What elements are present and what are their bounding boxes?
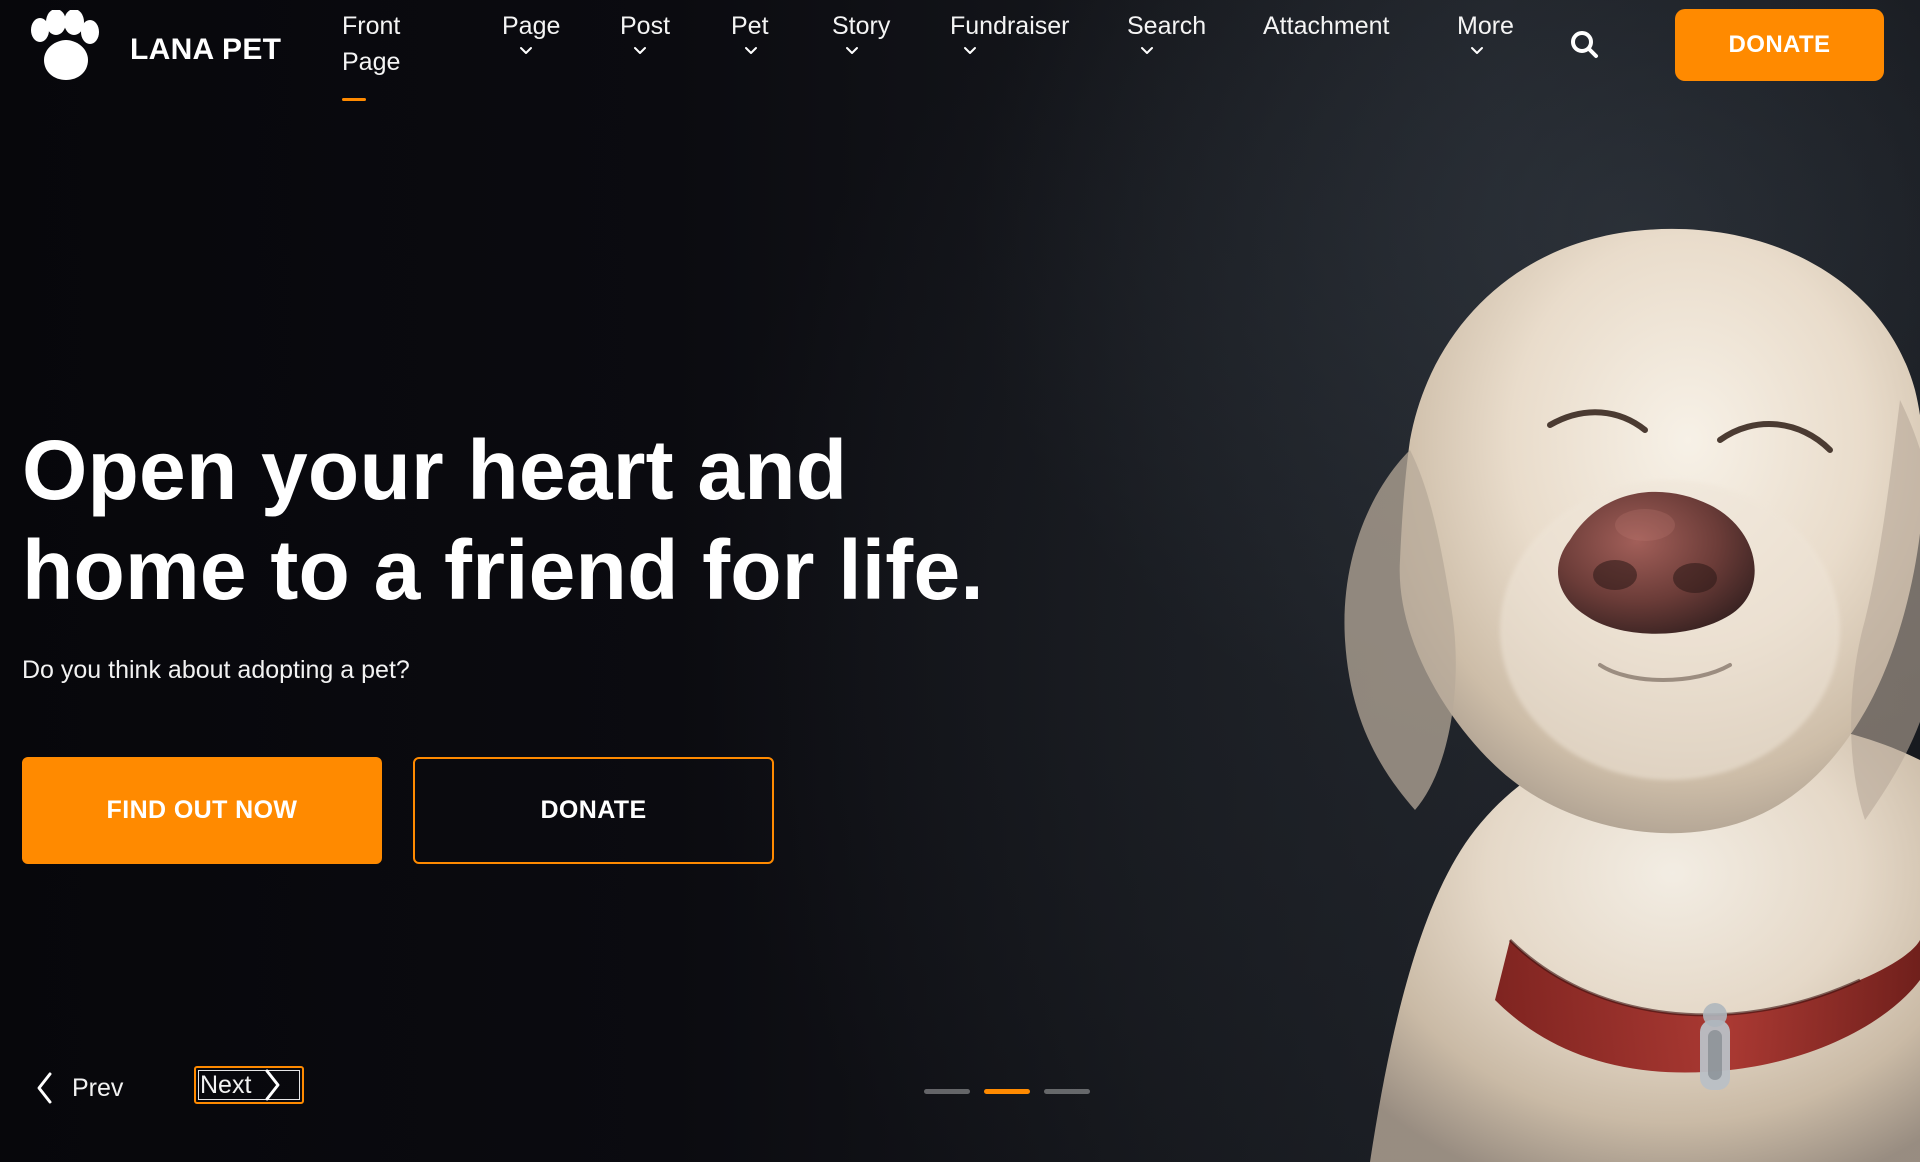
hero-subtext: Do you think about adopting a pet? (22, 656, 410, 684)
nav-item-label: More (1457, 12, 1514, 40)
nav-item-label: Front Page (342, 12, 401, 76)
paw-icon (31, 10, 99, 80)
chevron-down-icon (520, 47, 532, 54)
slider-next-label: Next (200, 1070, 252, 1099)
chevron-down-icon (634, 47, 646, 54)
slider-dot-3[interactable] (1044, 1089, 1090, 1094)
chevron-down-icon (1471, 47, 1483, 54)
chevron-down-icon (964, 47, 976, 54)
slider-dot-1[interactable] (924, 1089, 970, 1094)
hero-dog-image (1300, 120, 1920, 1162)
nav-item-attachment[interactable]: Attachment (1263, 8, 1389, 44)
brand-logo[interactable]: LANA PET (22, 10, 281, 82)
hero-headline-line-2: home to a friend for life. (22, 523, 984, 617)
nav-item-label: Attachment (1263, 12, 1390, 40)
search-icon (1571, 31, 1598, 58)
chevron-down-icon (846, 47, 858, 54)
hero-headline: Open your heart and home to a friend for… (22, 420, 1122, 620)
slider-prev-label: Prev (72, 1073, 124, 1102)
nav-item-post[interactable]: Post (620, 8, 670, 58)
chevron-down-icon (745, 47, 757, 54)
donate-button[interactable]: DONATE (1675, 9, 1884, 81)
brand-name: LANA PET (130, 33, 282, 66)
hero-headline-line-1: Open your heart and (22, 423, 848, 517)
search-button[interactable] (1564, 24, 1604, 64)
nav-item-label: Pet (731, 12, 769, 40)
nav-item-label: Post (620, 12, 671, 40)
slider-dot-2[interactable] (984, 1089, 1030, 1094)
nav-item-pet[interactable]: Pet (731, 8, 769, 58)
nav-item-label: Story (832, 12, 891, 40)
chevron-right-icon (265, 1069, 280, 1101)
nav-item-story[interactable]: Story (832, 8, 890, 58)
nav-item-search[interactable]: Search (1127, 8, 1206, 58)
slider-prev-button[interactable]: Prev (34, 1066, 123, 1110)
donate-secondary-button[interactable]: DONATE (413, 757, 774, 864)
slider-next-button[interactable]: Next (194, 1066, 304, 1104)
slider-pagination (924, 1089, 1090, 1094)
chevron-left-icon (37, 1072, 52, 1104)
nav-item-label: Page (502, 12, 561, 40)
nav-item-fundraiser[interactable]: Fundraiser (950, 8, 1070, 58)
chevron-down-icon (1141, 47, 1153, 54)
find-out-now-button[interactable]: FIND OUT NOW (22, 757, 382, 864)
nav-item-page[interactable]: Page (502, 8, 560, 58)
active-nav-indicator (342, 98, 366, 101)
nav-item-label: Fundraiser (950, 12, 1070, 40)
site-header: LANA PET Front Page Page Post Pet Story (0, 0, 1920, 110)
nav-item-label: Search (1127, 12, 1207, 40)
dog-illustration (1344, 229, 1920, 1162)
nav-item-front-page[interactable]: Front Page (342, 8, 400, 80)
nav-item-more[interactable]: More (1457, 8, 1514, 58)
